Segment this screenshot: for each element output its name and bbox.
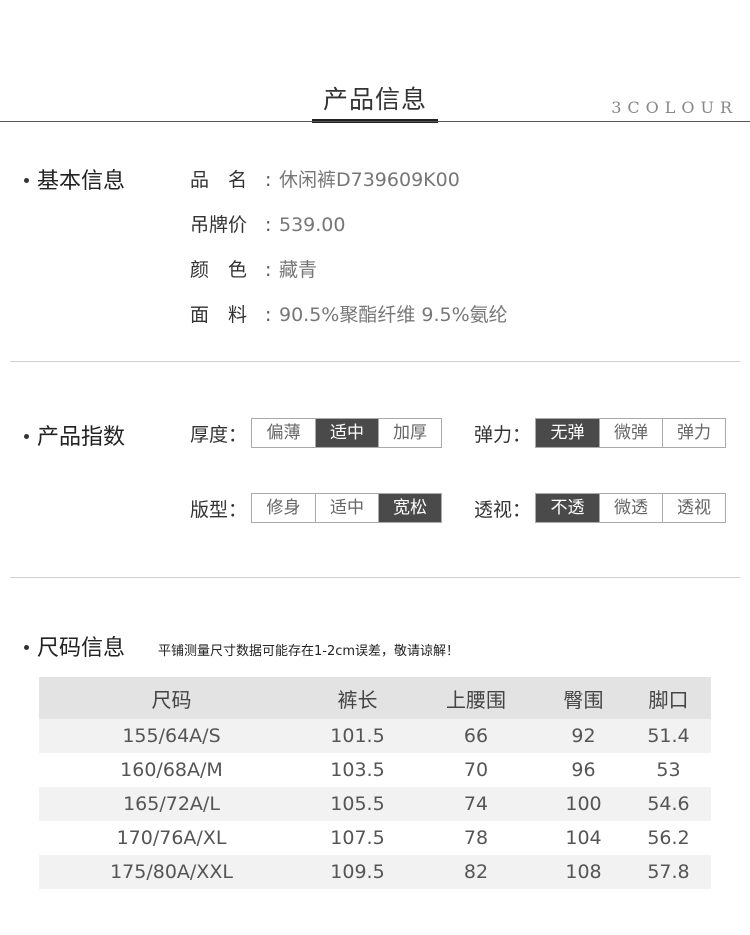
elasticity-options: 无弹 微弹 弹力	[535, 418, 727, 448]
table-cell: 100	[541, 787, 626, 821]
table-cell: 53	[626, 753, 711, 787]
info-value: 539.00	[279, 214, 346, 236]
measurement-note: 平铺测量尺寸数据可能存在1-2cm误差，敬请谅解！	[158, 644, 460, 659]
section-divider	[10, 577, 740, 578]
bullet-icon	[24, 177, 29, 183]
info-row-price: 吊牌价:539.00	[190, 210, 345, 237]
table-cell: 107.5	[304, 821, 411, 855]
transparency-group: 透视： 不透 微透 透视	[474, 493, 727, 523]
elasticity-label: 弹力：	[474, 423, 532, 446]
elasticity-option[interactable]: 无弹	[536, 419, 600, 447]
table-cell: 165/72A/L	[39, 787, 304, 821]
info-label: 颜 色	[190, 259, 248, 281]
table-cell: 103.5	[304, 753, 411, 787]
info-row-name: 品 名: 休闲裤D739609K00	[190, 165, 460, 192]
table-row: 160/68A/M 103.5 70 96 53	[39, 753, 711, 787]
table-cell: 108	[541, 855, 626, 889]
thickness-option[interactable]: 加厚	[378, 419, 442, 447]
info-value: 90.5%聚酯纤维 9.5%氨纶	[279, 304, 508, 326]
transparency-options: 不透 微透 透视	[535, 493, 727, 523]
table-cell: 56.2	[626, 821, 711, 855]
table-cell: 70	[411, 753, 541, 787]
thickness-option[interactable]: 适中	[315, 419, 379, 447]
thickness-option[interactable]: 偏薄	[252, 419, 316, 447]
table-cell: 109.5	[304, 855, 411, 889]
table-cell: 82	[411, 855, 541, 889]
table-cell: 54.6	[626, 787, 711, 821]
basic-info-title: 基本信息	[37, 169, 126, 194]
basic-info-heading: 基本信息	[24, 163, 125, 195]
table-cell: 96	[541, 753, 626, 787]
table-cell: 78	[411, 821, 541, 855]
index-heading: 产品指数	[24, 419, 125, 451]
thickness-group: 厚度： 偏薄 适中 加厚	[190, 418, 443, 448]
elasticity-group: 弹力： 无弹 微弹 弹力	[474, 418, 727, 448]
table-cell: 51.4	[626, 719, 711, 753]
info-label: 面 料	[190, 304, 248, 326]
page-title: 产品信息	[322, 85, 427, 114]
table-cell: 170/76A/XL	[39, 821, 304, 855]
elasticity-option[interactable]: 微弹	[599, 419, 663, 447]
table-cell: 57.8	[626, 855, 711, 889]
transparency-option[interactable]: 透视	[662, 494, 726, 522]
table-cell: 155/64A/S	[39, 719, 304, 753]
fit-option[interactable]: 适中	[315, 494, 379, 522]
brand-logo: 3COLOUR	[611, 98, 738, 117]
bullet-icon	[24, 433, 29, 439]
column-header: 尺码	[39, 677, 304, 719]
table-cell: 92	[541, 719, 626, 753]
fit-label: 版型：	[190, 498, 248, 521]
table-cell: 160/68A/M	[39, 753, 304, 787]
info-value: 休闲裤D739609K00	[279, 169, 460, 191]
info-colon: :	[265, 214, 272, 236]
info-colon: :	[265, 304, 272, 326]
transparency-option[interactable]: 微透	[599, 494, 663, 522]
table-cell: 66	[411, 719, 541, 753]
size-table: 尺码 裤长 上腰围 臀围 脚口 155/64A/S 101.5 66 92 51…	[39, 677, 711, 889]
table-cell: 104	[541, 821, 626, 855]
transparency-label: 透视：	[474, 498, 532, 521]
table-cell: 175/80A/XXL	[39, 855, 304, 889]
size-heading: 尺码信息	[24, 630, 125, 662]
table-cell: 74	[411, 787, 541, 821]
column-header: 裤长	[304, 677, 411, 719]
table-row: 170/76A/XL 107.5 78 104 56.2	[39, 821, 711, 855]
table-row: 155/64A/S 101.5 66 92 51.4	[39, 719, 711, 753]
table-cell: 101.5	[304, 719, 411, 753]
column-header: 上腰围	[411, 677, 541, 719]
column-header: 臀围	[541, 677, 626, 719]
info-label: 吊牌价	[190, 214, 248, 236]
index-title: 产品指数	[37, 425, 126, 450]
fit-option[interactable]: 宽松	[378, 494, 442, 522]
elasticity-option[interactable]: 弹力	[662, 419, 726, 447]
table-header-row: 尺码 裤长 上腰围 臀围 脚口	[39, 677, 711, 719]
info-row-fabric: 面 料:90.5%聚酯纤维 9.5%氨纶	[190, 300, 508, 327]
table-row: 175/80A/XXL 109.5 82 108 57.8	[39, 855, 711, 889]
size-title: 尺码信息	[37, 636, 126, 661]
table-cell: 105.5	[304, 787, 411, 821]
table-row: 165/72A/L 105.5 74 100 54.6	[39, 787, 711, 821]
info-colon: :	[265, 169, 272, 191]
fit-group: 版型： 修身 适中 宽松	[190, 493, 443, 523]
bullet-icon	[24, 644, 29, 650]
column-header: 脚口	[626, 677, 711, 719]
info-value: 藏青	[279, 259, 318, 281]
fit-option[interactable]: 修身	[252, 494, 316, 522]
transparency-option[interactable]: 不透	[536, 494, 600, 522]
info-row-color: 颜 色: 藏青	[190, 255, 317, 282]
fit-options: 修身 适中 宽松	[251, 493, 443, 523]
info-colon: :	[265, 259, 272, 281]
header-divider	[0, 121, 750, 122]
thickness-label: 厚度：	[190, 423, 248, 446]
info-label: 品 名	[190, 169, 248, 191]
thickness-options: 偏薄 适中 加厚	[251, 418, 443, 448]
section-divider	[10, 361, 740, 362]
